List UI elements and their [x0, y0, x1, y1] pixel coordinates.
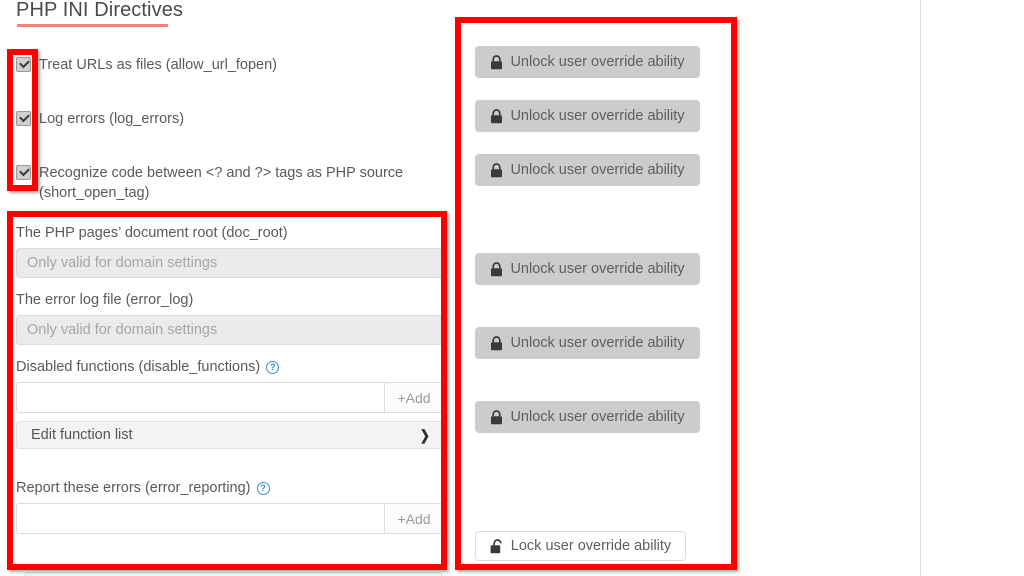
lock-user-override-label: Lock user override ability — [511, 538, 671, 554]
label-error-reporting-text: Report these errors (error_reporting) — [16, 479, 251, 497]
label-error-reporting: Report these errors (error_reporting) ? — [16, 479, 444, 497]
label-disable-functions-text: Disabled functions (disable_functions) — [16, 358, 260, 376]
question-mark-icon[interactable]: ? — [266, 361, 279, 374]
form-spacer — [16, 449, 444, 479]
label-doc-root: The PHP pages’ document root (doc_root) — [16, 224, 444, 242]
checkbox-row-short-open-tag[interactable]: Recognize code between <? and ?> tags as… — [16, 163, 429, 203]
php-ini-directives-page: PHP INI Directives Treat URLs as files (… — [0, 0, 1024, 576]
lock-closed-icon — [490, 410, 503, 425]
edit-function-list-row[interactable]: Edit function list ❯ — [16, 421, 444, 449]
error-reporting-input[interactable] — [16, 503, 384, 534]
page-title: PHP INI Directives — [16, 0, 183, 22]
checkbox-label-short-open-tag: Recognize code between <? and ?> tags as… — [39, 163, 429, 203]
label-error-log: The error log file (error_log) — [16, 291, 444, 309]
checkbox-row-log-errors[interactable]: Log errors (log_errors) — [16, 109, 184, 129]
unlock-user-override-label-2: Unlock user override ability — [510, 108, 684, 124]
disable-functions-input[interactable] — [16, 382, 384, 413]
title-underline — [17, 24, 168, 27]
checkbox-label-allow-url-fopen: Treat URLs as files (allow_url_fopen) — [39, 55, 277, 75]
lock-closed-icon — [490, 109, 503, 124]
checkbox-log-errors[interactable] — [16, 111, 31, 126]
chevron-right-icon: ❯ — [420, 428, 430, 442]
error-reporting-add-button[interactable]: +Add — [384, 503, 444, 534]
edit-function-list-label: Edit function list — [31, 427, 133, 443]
unlock-user-override-button-6[interactable]: Unlock user override ability — [475, 401, 700, 433]
checkbox-short-open-tag[interactable] — [16, 165, 31, 180]
next-list-row-partial[interactable] — [24, 572, 442, 576]
unlock-user-override-button-5[interactable]: Unlock user override ability — [475, 327, 700, 359]
checkbox-allow-url-fopen[interactable] — [16, 57, 31, 72]
lock-closed-icon — [490, 163, 503, 178]
unlock-user-override-button-1[interactable]: Unlock user override ability — [475, 46, 700, 78]
unlock-user-override-label-3: Unlock user override ability — [510, 162, 684, 178]
lock-closed-icon — [490, 55, 503, 70]
unlock-user-override-button-4[interactable]: Unlock user override ability — [475, 253, 700, 285]
checkbox-label-log-errors: Log errors (log_errors) — [39, 109, 184, 129]
doc-root-input[interactable] — [16, 248, 444, 278]
unlock-user-override-label-6: Unlock user override ability — [510, 409, 684, 425]
php-ini-form-panel: The PHP pages’ document root (doc_root) … — [16, 224, 444, 542]
unlock-user-override-label-1: Unlock user override ability — [510, 54, 684, 70]
disable-functions-add-button[interactable]: +Add — [384, 382, 444, 413]
checkbox-row-allow-url-fopen[interactable]: Treat URLs as files (allow_url_fopen) — [16, 55, 277, 75]
lock-closed-icon — [490, 336, 503, 351]
disable-functions-input-group: +Add — [16, 382, 444, 413]
label-disable-functions: Disabled functions (disable_functions) ? — [16, 358, 444, 376]
lock-closed-icon — [490, 262, 503, 277]
unlock-user-override-label-4: Unlock user override ability — [510, 261, 684, 277]
unlock-user-override-button-2[interactable]: Unlock user override ability — [475, 100, 700, 132]
unlock-user-override-label-5: Unlock user override ability — [510, 335, 684, 351]
lock-user-override-button[interactable]: Lock user override ability — [475, 531, 686, 561]
page-divider — [920, 0, 921, 576]
unlock-user-override-button-3[interactable]: Unlock user override ability — [475, 154, 700, 186]
question-mark-icon[interactable]: ? — [257, 482, 270, 495]
error-reporting-input-group: +Add — [16, 503, 444, 534]
lock-open-icon — [490, 539, 504, 554]
error-log-input[interactable] — [16, 315, 444, 345]
